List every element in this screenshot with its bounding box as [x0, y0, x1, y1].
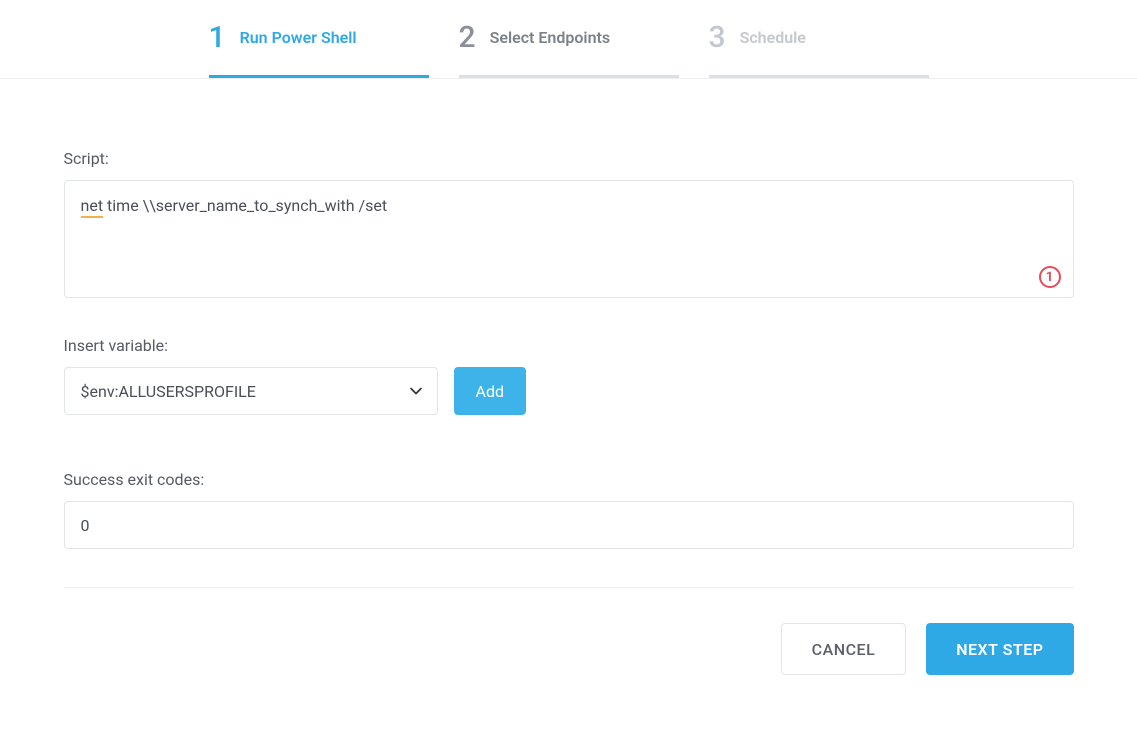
footer-actions: CANCEL NEXT STEP — [64, 623, 1074, 675]
form-content: Script: net time \\server_name_to_synch_… — [64, 79, 1074, 675]
script-text[interactable]: net time \\server_name_to_synch_with /se… — [81, 195, 1057, 217]
script-rest: time \\server_name_to_synch_with /set — [103, 196, 387, 215]
step-number: 3 — [709, 20, 726, 55]
add-variable-button[interactable]: Add — [454, 367, 526, 415]
wizard-step-schedule[interactable]: 3 Schedule — [709, 10, 929, 78]
step-number: 1 — [209, 20, 226, 55]
script-editor[interactable]: net time \\server_name_to_synch_with /se… — [64, 180, 1074, 298]
step-label: Select Endpoints — [490, 28, 611, 47]
insert-variable-field-group: Insert variable: Add — [64, 336, 1074, 415]
step-label: Schedule — [740, 28, 806, 47]
warning-count: 1 — [1046, 271, 1053, 284]
variable-select[interactable] — [64, 367, 438, 415]
wizard-step-select-endpoints[interactable]: 2 Select Endpoints — [459, 10, 679, 78]
exit-codes-label: Success exit codes: — [64, 470, 1074, 489]
step-number: 2 — [459, 20, 476, 55]
script-label: Script: — [64, 149, 1074, 168]
next-step-button[interactable]: NEXT STEP — [926, 623, 1073, 675]
wizard-step-run-powershell[interactable]: 1 Run Power Shell — [209, 10, 429, 78]
cancel-button[interactable]: CANCEL — [781, 623, 907, 675]
step-label: Run Power Shell — [240, 28, 357, 47]
script-field-group: Script: net time \\server_name_to_synch_… — [64, 149, 1074, 298]
insert-variable-label: Insert variable: — [64, 336, 1074, 355]
variable-select-wrap — [64, 367, 438, 415]
separator — [64, 587, 1074, 588]
wizard-steps: 1 Run Power Shell 2 Select Endpoints 3 S… — [0, 0, 1137, 79]
exit-codes-field-group: Success exit codes: — [64, 470, 1074, 549]
warning-count-badge[interactable]: 1 — [1039, 266, 1061, 288]
exit-codes-input[interactable] — [64, 501, 1074, 549]
variable-row: Add — [64, 367, 1074, 415]
script-spellcheck-token: net — [81, 196, 104, 218]
